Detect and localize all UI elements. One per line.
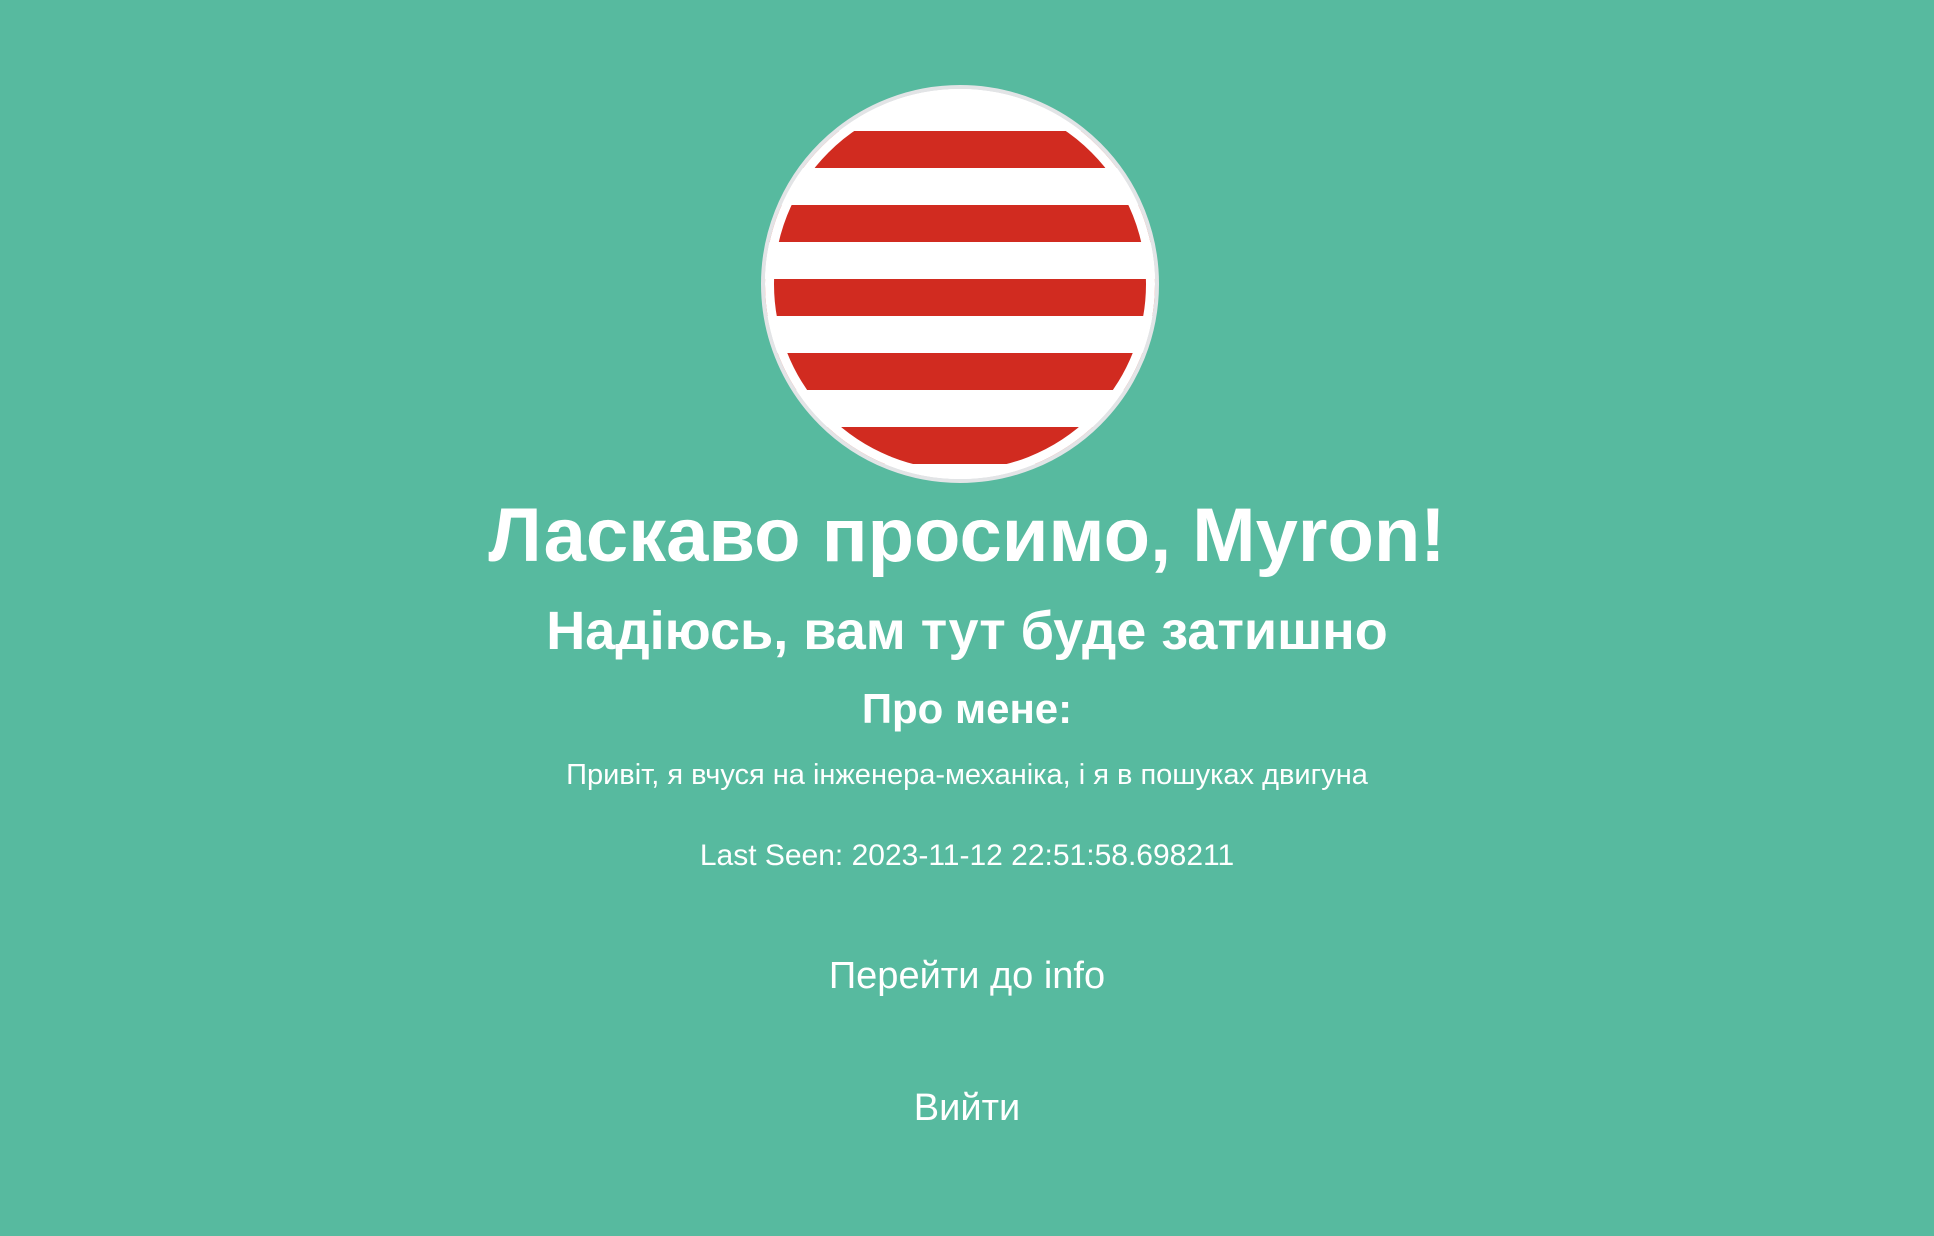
avatar-stripe: [765, 279, 1155, 316]
last-seen: Last Seen: 2023-11-12 22:51:58.698211: [699, 839, 1235, 872]
about-heading: Про мене:: [861, 685, 1073, 732]
welcome-subtitle: Надіюсь, вам тут буде затишно: [546, 601, 1388, 661]
go-info-row: Перейти до info: [0, 953, 1934, 999]
welcome-title: Ласкаво просимо, Myron!: [488, 493, 1446, 578]
striped-avatar-icon: [765, 89, 1155, 479]
about-bio: Привіт, я вчуся на інженера-механіка, і …: [566, 759, 1368, 791]
avatar: [761, 85, 1159, 483]
avatar-stripe: [765, 205, 1155, 242]
logout-link[interactable]: Вийти: [914, 1085, 1020, 1131]
logout-row: Вийти: [0, 1085, 1934, 1131]
profile-page: Ласкаво просимо, Myron! Надіюсь, вам тут…: [0, 0, 1934, 1236]
avatar-stripe: [765, 353, 1155, 390]
avatar-stripe: [765, 427, 1155, 464]
go-to-info-link[interactable]: Перейти до info: [829, 953, 1105, 999]
